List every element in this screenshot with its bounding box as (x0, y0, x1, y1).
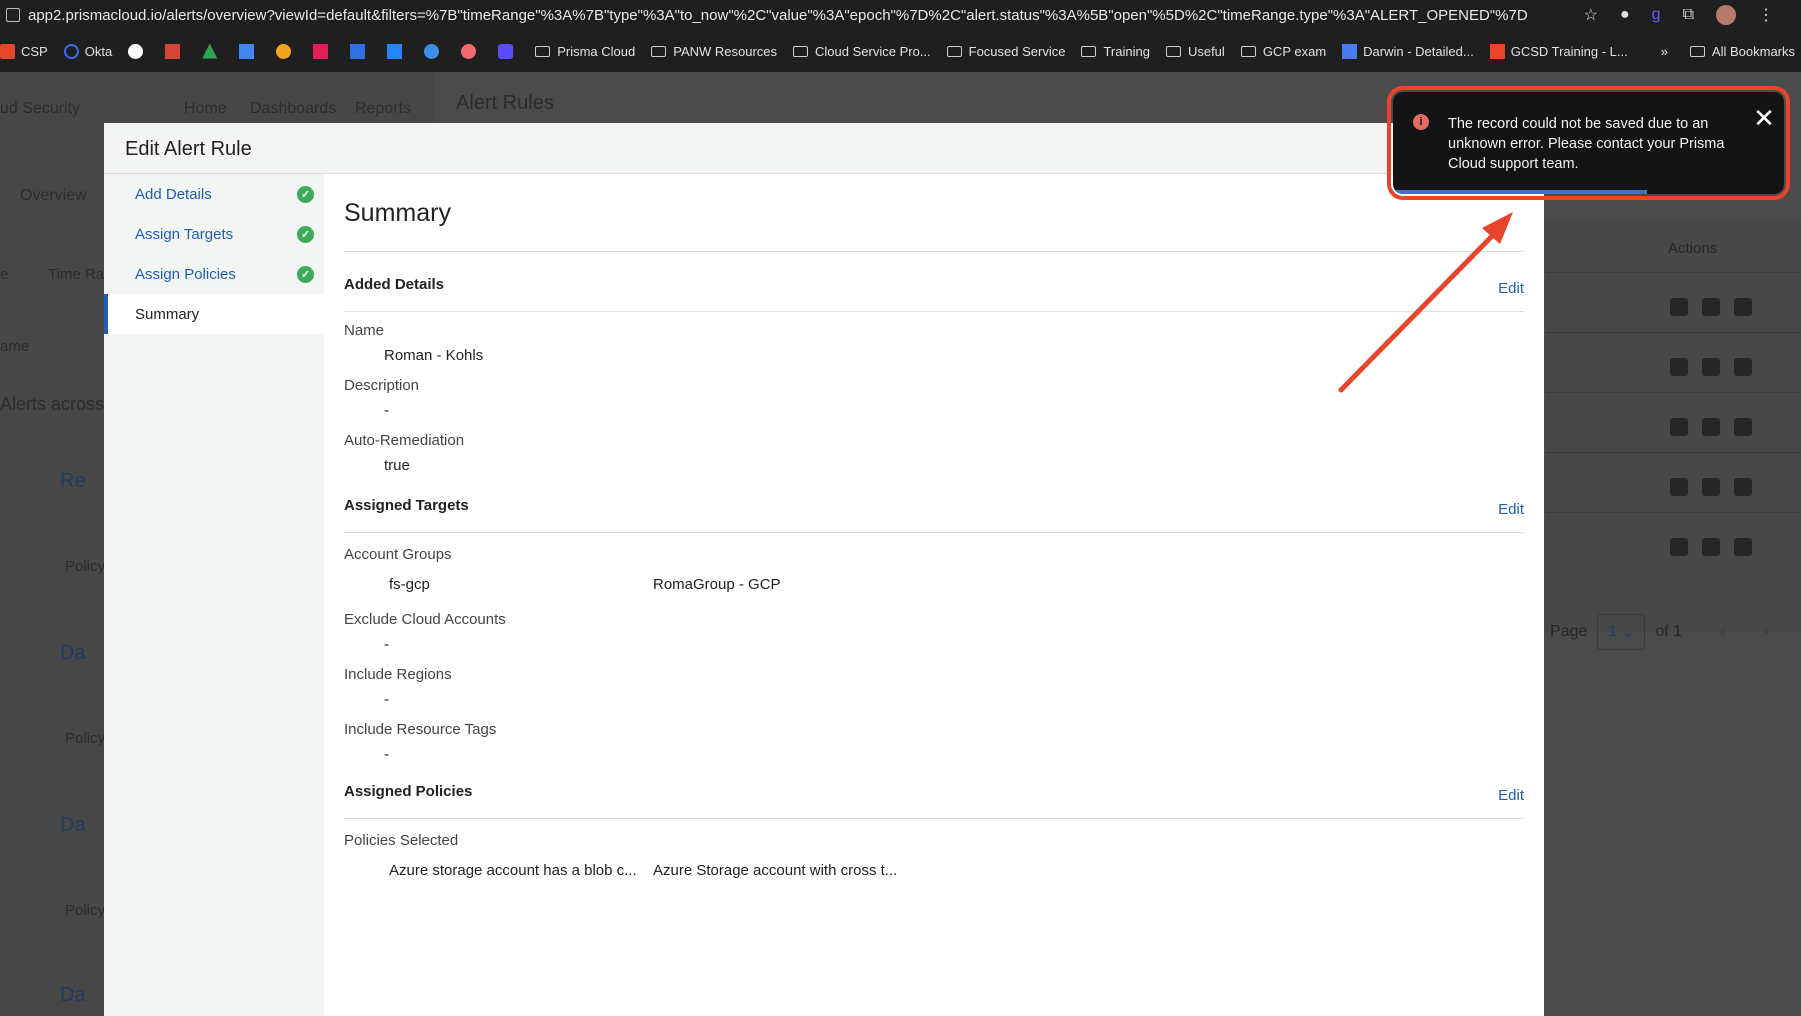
annotation-arrow (1338, 212, 1513, 393)
arrow-shaft (1338, 225, 1503, 393)
